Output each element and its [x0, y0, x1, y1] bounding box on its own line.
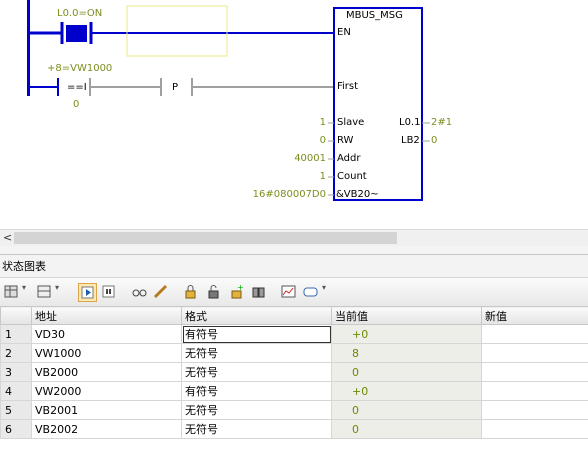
pulse-label: P — [172, 82, 179, 93]
address-cell[interactable]: VW1000 — [31, 343, 182, 363]
new-value-header[interactable]: 新值 — [481, 306, 588, 325]
slave-label: Slave — [337, 117, 365, 128]
table-row: 1 VD30 有符号 +0 — [0, 324, 588, 344]
dropdown-icon[interactable]: ▾ — [322, 283, 339, 300]
row-number[interactable]: 6 — [0, 419, 32, 439]
row-number[interactable]: 5 — [0, 400, 32, 420]
table-row: 5 VB2001 无符号 0 — [0, 400, 588, 420]
current-value-cell: +0 — [331, 324, 482, 344]
table-row: 6 VB2002 无符号 0 — [0, 419, 588, 439]
block-title: MBUS_MSG — [346, 10, 403, 21]
format-cell[interactable]: 无符号 — [181, 362, 332, 382]
slave-value[interactable]: 1 — [320, 117, 326, 129]
glasses-icon[interactable] — [131, 283, 148, 300]
compare-label: +8=VW1000 — [47, 63, 113, 74]
panel-header: 状态图表 — [0, 255, 588, 277]
table-row: 2 VW1000 无符号 8 — [0, 343, 588, 363]
row-number[interactable]: 2 — [0, 343, 32, 363]
lock-icon[interactable] — [182, 283, 199, 300]
addr-value[interactable]: 40001 — [294, 153, 326, 165]
force-icon[interactable]: + — [228, 283, 245, 300]
addr-label: Addr — [337, 153, 361, 164]
toolbar: ▾ ▾ + ▾ — [0, 277, 588, 307]
row-number-header[interactable] — [0, 306, 32, 325]
contact1-on[interactable] — [66, 25, 87, 42]
address-header[interactable]: 地址 — [31, 306, 182, 325]
format-cell[interactable]: 有符号 — [181, 381, 332, 401]
address-cell[interactable]: VD30 — [31, 324, 182, 344]
address-cell[interactable]: VW2000 — [31, 381, 182, 401]
current-value-cell: 0 — [331, 362, 482, 382]
new-value-cell[interactable] — [481, 381, 588, 401]
current-value-cell: 0 — [331, 400, 482, 420]
selection-box[interactable] — [126, 5, 228, 57]
format-cell[interactable]: 有符号 — [181, 324, 332, 344]
error-label: LB2 — [401, 135, 420, 146]
current-value-cell: 8 — [331, 343, 482, 363]
format-cell[interactable]: 无符号 — [181, 343, 332, 363]
table-icon[interactable] — [3, 283, 20, 300]
compare-op: ==I — [67, 82, 87, 93]
new-value-cell[interactable] — [481, 343, 588, 363]
label-icon[interactable] — [302, 283, 322, 300]
table-header-row: 地址 格式 当前值 新值 — [0, 306, 588, 325]
new-value-cell[interactable] — [481, 419, 588, 439]
status-chart-table: 地址 格式 当前值 新值 1 VD30 有符号 +0 2 VW1000 无符号 … — [0, 306, 588, 439]
address-cell[interactable]: VB2002 — [31, 419, 182, 439]
insert-row-icon[interactable] — [36, 283, 53, 300]
format-cell[interactable]: 无符号 — [181, 419, 332, 439]
ptr-label: &VB20~ — [336, 189, 379, 200]
done-label: L0.1 — [399, 117, 421, 128]
current-value-cell: +0 — [331, 381, 482, 401]
first-label: First — [337, 81, 359, 92]
en-label: EN — [337, 27, 351, 38]
power-rail — [27, 0, 30, 96]
splitter[interactable] — [0, 246, 588, 255]
scroll-left-icon[interactable]: < — [3, 231, 12, 244]
run-icon[interactable] — [78, 283, 97, 302]
ladder-editor[interactable]: L0.0=ON +8=VW1000 ==I 0 P MBUS_MSG EN Fi… — [0, 0, 588, 229]
current-value-header[interactable]: 当前值 — [331, 306, 482, 325]
horizontal-scrollbar[interactable]: < — [0, 229, 588, 247]
stop-icon[interactable] — [100, 283, 117, 300]
format-header[interactable]: 格式 — [181, 306, 332, 325]
contact1-label: L0.0=ON — [57, 8, 103, 19]
rw-label: RW — [337, 135, 354, 146]
trend-icon[interactable] — [280, 283, 297, 300]
new-value-cell[interactable] — [481, 362, 588, 382]
new-value-cell[interactable] — [481, 400, 588, 420]
done-value[interactable]: 2#1 — [431, 117, 452, 129]
current-value-cell: 0 — [331, 419, 482, 439]
unlock-icon[interactable] — [205, 283, 222, 300]
unforce-icon[interactable] — [250, 283, 267, 300]
format-cell[interactable]: 无符号 — [181, 400, 332, 420]
row-number[interactable]: 3 — [0, 362, 32, 382]
table-row: 3 VB2000 无符号 0 — [0, 362, 588, 382]
svg-text:+: + — [237, 283, 244, 292]
address-cell[interactable]: VB2000 — [31, 362, 182, 382]
address-cell[interactable]: VB2001 — [31, 400, 182, 420]
rw-value[interactable]: 0 — [320, 135, 326, 147]
dropdown-icon[interactable]: ▾ — [55, 283, 72, 300]
count-value[interactable]: 1 — [320, 171, 326, 183]
new-value-cell[interactable] — [481, 324, 588, 344]
row-number[interactable]: 1 — [0, 324, 32, 344]
pencil-icon[interactable] — [152, 283, 169, 300]
ptr-value[interactable]: 16#080007D0 — [253, 189, 326, 201]
compare-value: 0 — [73, 99, 80, 110]
count-label: Count — [337, 171, 367, 182]
scrollbar-thumb[interactable] — [14, 232, 397, 244]
panel-title: 状态图表 — [2, 260, 46, 273]
row-number[interactable]: 4 — [0, 381, 32, 401]
error-value[interactable]: 0 — [431, 135, 437, 147]
table-row: 4 VW2000 有符号 +0 — [0, 381, 588, 401]
